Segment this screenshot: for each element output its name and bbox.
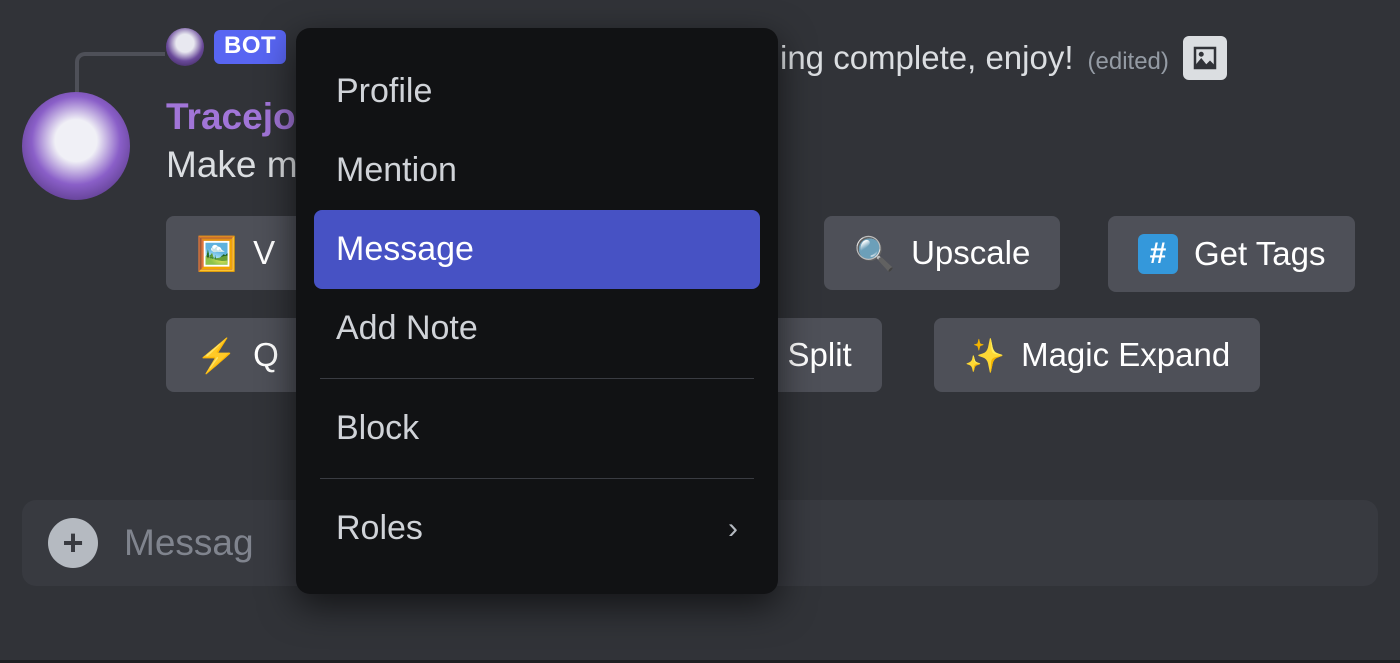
reply-row: BOT [166, 28, 286, 66]
composer-placeholder: Messag [124, 522, 254, 564]
plus-icon: + [62, 522, 83, 564]
message-text: Make m [166, 144, 298, 186]
get-tags-label: Get Tags [1194, 235, 1325, 273]
reply-connector [75, 52, 165, 98]
ctx-separator [320, 378, 754, 379]
get-tags-button[interactable]: # Get Tags [1108, 216, 1355, 292]
ctx-item-block[interactable]: Block [314, 389, 760, 468]
action-button-label: V [253, 234, 275, 272]
magnifier-icon: 🔍 [854, 237, 895, 270]
reply-avatar[interactable] [166, 28, 204, 66]
ctx-label: Block [336, 409, 419, 448]
ctx-label: Profile [336, 72, 432, 111]
upscale-label: Upscale [911, 234, 1030, 272]
user-context-menu: Profile Mention Message Add Note Block R… [296, 28, 778, 594]
ctx-item-add-note[interactable]: Add Note [314, 289, 760, 368]
user-avatar[interactable] [22, 92, 130, 200]
bot-tag: BOT [214, 30, 286, 64]
frame-icon: 🖼️ [196, 237, 237, 270]
chevron-right-icon: › [728, 512, 738, 546]
magic-expand-label: Magic Expand [1021, 336, 1230, 374]
ctx-label: Mention [336, 151, 457, 190]
ctx-separator [320, 478, 754, 479]
ctx-item-profile[interactable]: Profile [314, 52, 760, 131]
upscale-button[interactable]: 🔍 Upscale [824, 216, 1060, 290]
action-button-label: Q [253, 336, 279, 374]
lightning-icon: ⚡ [196, 339, 237, 372]
image-attachment-icon[interactable] [1183, 36, 1227, 80]
ctx-label: Message [336, 230, 474, 269]
ctx-label: Add Note [336, 309, 478, 348]
ctx-item-mention[interactable]: Mention [314, 131, 760, 210]
ctx-item-message[interactable]: Message [314, 210, 760, 289]
split-button-partial[interactable]: d Split [760, 318, 882, 392]
magic-expand-button[interactable]: ✨ Magic Expand [934, 318, 1260, 392]
attach-button[interactable]: + [48, 518, 98, 568]
edited-label: (edited) [1088, 48, 1169, 76]
hash-icon: # [1138, 234, 1178, 274]
reply-message-tail: ing complete, enjoy! (edited) [780, 32, 1227, 77]
username[interactable]: Tracejo [166, 96, 296, 138]
ctx-item-roles[interactable]: Roles › [314, 489, 760, 568]
ctx-label: Roles [336, 509, 423, 548]
reply-text-fragment: ing complete, enjoy! [780, 39, 1074, 77]
sparkle-wand-icon: ✨ [964, 339, 1005, 372]
